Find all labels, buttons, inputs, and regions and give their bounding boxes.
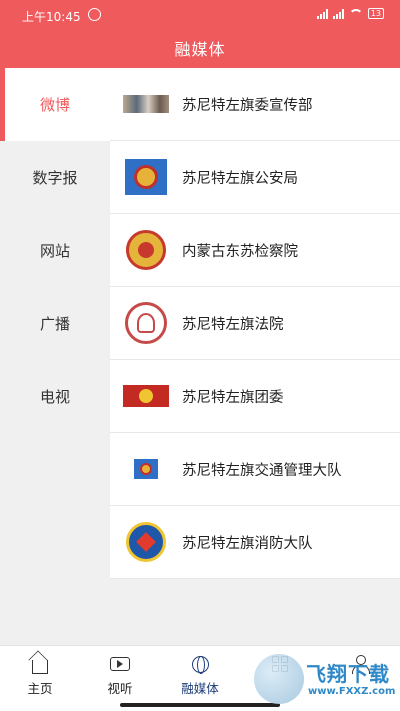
tab-label: 主页 bbox=[27, 681, 53, 696]
photo-icon bbox=[123, 95, 169, 113]
list-item[interactable]: 苏尼特左旗法院 bbox=[110, 287, 400, 360]
list-item[interactable]: 苏尼特左旗消防大队 bbox=[110, 506, 400, 579]
list-item-label: 苏尼特左旗委宣传部 bbox=[182, 97, 313, 114]
category-sidebar: 微博 数字报 网站 广播 电视 bbox=[0, 68, 110, 645]
watermark-logo-icon bbox=[254, 654, 304, 704]
list-item-label: 苏尼特左旗法院 bbox=[182, 316, 284, 333]
tab-label: 视听 bbox=[107, 681, 133, 696]
sidebar-item-tv[interactable]: 电视 bbox=[0, 360, 110, 433]
battery-icon: 13 bbox=[367, 8, 384, 19]
video-icon bbox=[110, 657, 130, 671]
list-item-label: 苏尼特左旗交通管理大队 bbox=[182, 462, 342, 479]
list-item-label: 内蒙古东苏检察院 bbox=[182, 243, 298, 260]
watermark-url: www.FXXZ.com bbox=[308, 686, 396, 697]
list-item[interactable]: 苏尼特左旗团委 bbox=[110, 360, 400, 433]
app-header: 上午10:45 13 融媒体 bbox=[0, 0, 400, 68]
list-item[interactable]: 苏尼特左旗交通管理大队 bbox=[110, 433, 400, 506]
home-icon bbox=[32, 659, 48, 674]
globe-icon bbox=[191, 655, 209, 674]
signal-icon-2 bbox=[332, 8, 344, 19]
youth-league-icon bbox=[123, 385, 169, 407]
list-item-label: 苏尼特左旗公安局 bbox=[182, 170, 298, 187]
procuratorate-emblem-icon bbox=[126, 230, 166, 270]
tab-audio-video[interactable]: 视听 bbox=[80, 646, 160, 702]
status-indicators: 13 bbox=[316, 8, 384, 19]
list-item-label: 苏尼特左旗团委 bbox=[182, 389, 284, 406]
status-time: 上午10:45 bbox=[22, 10, 81, 24]
watermark-text: 飞翔下载 bbox=[306, 662, 390, 686]
fire-rescue-icon bbox=[126, 522, 166, 562]
tab-home[interactable]: 主页 bbox=[0, 646, 80, 702]
court-emblem-icon bbox=[125, 302, 167, 344]
list-item-label: 苏尼特左旗消防大队 bbox=[182, 535, 313, 552]
sidebar-item-digital-newspaper[interactable]: 数字报 bbox=[0, 141, 110, 214]
sidebar-item-weibo[interactable]: 微博 bbox=[0, 68, 110, 141]
tab-label: 融媒体 bbox=[181, 681, 219, 696]
sidebar-item-radio[interactable]: 广播 bbox=[0, 287, 110, 360]
account-list: 苏尼特左旗委宣传部 苏尼特左旗公安局 内蒙古东苏检察院 苏尼特左旗法院 苏尼特左… bbox=[110, 68, 400, 579]
alarm-icon bbox=[88, 8, 101, 21]
list-item[interactable]: 苏尼特左旗委宣传部 bbox=[110, 68, 400, 141]
tab-media[interactable]: 融媒体 bbox=[160, 646, 240, 702]
page-title: 融媒体 bbox=[174, 40, 226, 59]
signal-icon bbox=[316, 8, 328, 19]
traffic-police-icon bbox=[134, 459, 158, 479]
list-item[interactable]: 苏尼特左旗公安局 bbox=[110, 141, 400, 214]
sidebar-item-website[interactable]: 网站 bbox=[0, 214, 110, 287]
wifi-icon bbox=[348, 8, 363, 19]
site-watermark: 飞翔下载 www.FXXZ.com bbox=[248, 652, 396, 706]
police-badge-icon bbox=[125, 159, 167, 195]
status-bar: 上午10:45 13 bbox=[0, 0, 400, 30]
list-item[interactable]: 内蒙古东苏检察院 bbox=[110, 214, 400, 287]
